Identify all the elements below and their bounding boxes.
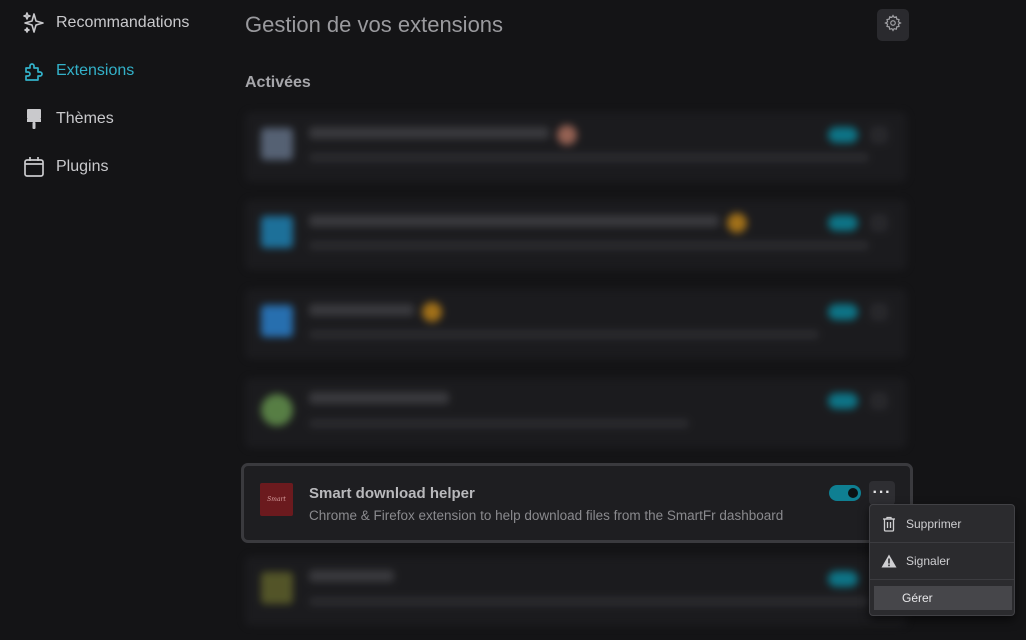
sidebar: Recommandations Extensions Thèmes Plugin… [0, 0, 230, 640]
extension-toggle[interactable] [828, 571, 858, 587]
extension-enabled-toggle[interactable] [829, 485, 861, 501]
extension-desc-blurred [309, 416, 869, 431]
extension-icon [261, 394, 293, 426]
menu-divider [870, 579, 1014, 580]
menu-item-label: Supprimer [906, 517, 962, 531]
sidebar-item-label: Recommandations [56, 14, 190, 31]
extension-toggle[interactable] [828, 393, 858, 409]
extension-title: Smart download helper [309, 485, 475, 502]
extension-icon [261, 572, 293, 604]
extension-title-blurred [309, 125, 577, 145]
sidebar-item-label: Thèmes [56, 110, 114, 127]
settings-button[interactable] [877, 9, 909, 41]
paintbrush-icon [22, 107, 46, 131]
menu-item-gerer[interactable]: Gérer [874, 586, 1012, 610]
page-title: Gestion de vos extensions [245, 12, 504, 37]
sparkles-icon [22, 11, 46, 35]
more-options-button[interactable]: ··· [869, 481, 895, 505]
puzzle-icon [22, 59, 46, 83]
menu-item-label: Gérer [902, 591, 933, 605]
extension-card[interactable] [245, 112, 907, 182]
more-options-button[interactable] [870, 214, 888, 232]
extension-card[interactable] [245, 200, 907, 270]
menu-item-supprimer[interactable]: Supprimer [874, 512, 1012, 536]
section-title-enabled: Activées [245, 74, 311, 91]
extension-icon [261, 128, 293, 160]
sidebar-item-recommandations[interactable]: Recommandations [22, 8, 222, 38]
more-options-button[interactable] [870, 303, 888, 321]
toggle-knob [848, 488, 858, 498]
more-options-button[interactable] [870, 126, 888, 144]
extension-toggle[interactable] [828, 127, 858, 143]
sidebar-item-themes[interactable]: Thèmes [22, 104, 222, 134]
extension-title-blurred [309, 302, 442, 322]
extension-title-blurred [309, 569, 394, 587]
extension-title-blurred [309, 391, 449, 409]
extension-toggle[interactable] [828, 215, 858, 231]
trash-icon [880, 515, 898, 533]
menu-item-label: Signaler [906, 554, 951, 568]
menu-divider [870, 542, 1014, 543]
extension-desc-blurred [309, 594, 869, 609]
extension-card[interactable] [245, 556, 907, 626]
addons-manager: Recommandations Extensions Thèmes Plugin… [0, 0, 1026, 640]
more-options-button[interactable] [870, 392, 888, 410]
extension-title-blurred [309, 213, 747, 233]
extension-icon [261, 305, 293, 337]
extension-desc-blurred [309, 238, 869, 253]
extension-card[interactable] [245, 289, 907, 359]
extension-desc-blurred [309, 327, 869, 342]
calendar-plugin-icon [22, 155, 46, 179]
sidebar-item-label: Plugins [56, 158, 109, 175]
extension-toggle[interactable] [828, 304, 858, 320]
smart-download-helper-logo: Smart [260, 483, 293, 516]
menu-item-signaler[interactable]: Signaler [874, 549, 1012, 573]
extension-desc-blurred [309, 150, 869, 165]
sidebar-item-extensions[interactable]: Extensions [22, 56, 222, 86]
gear-icon [884, 13, 902, 37]
warning-icon [880, 552, 898, 570]
extension-card-smart-download-helper[interactable]: Smart Smart download helper Chrome & Fir… [241, 463, 913, 543]
ellipsis-icon: ··· [872, 484, 892, 501]
sidebar-item-label: Extensions [56, 62, 135, 79]
extension-context-menu: Supprimer Signaler Gérer [869, 504, 1015, 616]
sidebar-item-plugins[interactable]: Plugins [22, 152, 222, 182]
extension-card[interactable] [245, 378, 907, 448]
extension-description: Chrome & Firefox extension to help downl… [309, 508, 784, 523]
extension-icon [261, 216, 293, 248]
